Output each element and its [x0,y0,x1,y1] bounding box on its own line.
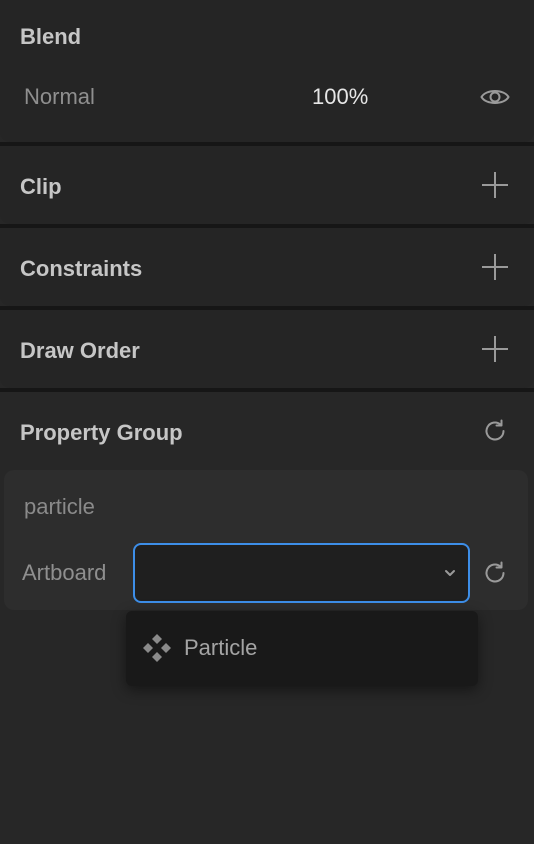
dropdown-option-label: Particle [184,635,258,660]
draw-order-panel: Draw Order [0,310,534,388]
draw-order-title: Draw Order [20,338,140,363]
add-clip-button[interactable] [480,170,510,200]
constraints-title: Constraints [20,256,143,281]
clip-panel: Clip [0,146,534,224]
blend-mode-value[interactable]: Normal [24,84,95,110]
plus-icon [482,336,508,362]
artboard-dropdown-menu: Particle [126,611,478,686]
opacity-value[interactable]: 100% [312,84,368,110]
clip-title: Clip [20,174,62,199]
add-draw-order-button[interactable] [480,334,510,364]
add-constraint-button[interactable] [480,252,510,282]
reset-property-group-button[interactable] [480,416,510,446]
eye-icon [480,90,510,104]
plus-icon [482,172,508,198]
refresh-icon [485,561,505,583]
component-icon [143,634,171,662]
plus-icon [482,254,508,280]
artboard-select[interactable] [133,543,470,603]
chevron-down-icon [445,570,455,576]
constraints-panel: Constraints [0,228,534,306]
reset-artboard-button[interactable] [480,558,510,588]
dropdown-option[interactable]: Particle [126,611,478,686]
blend-title: Blend [20,24,82,49]
property-group-title: Property Group [20,420,183,445]
blend-panel: Blend Normal 100% [0,0,534,142]
visibility-toggle-button[interactable] [480,82,510,112]
property-item-name: particle [24,494,95,519]
artboard-label: Artboard [22,560,107,585]
refresh-icon [485,419,505,441]
